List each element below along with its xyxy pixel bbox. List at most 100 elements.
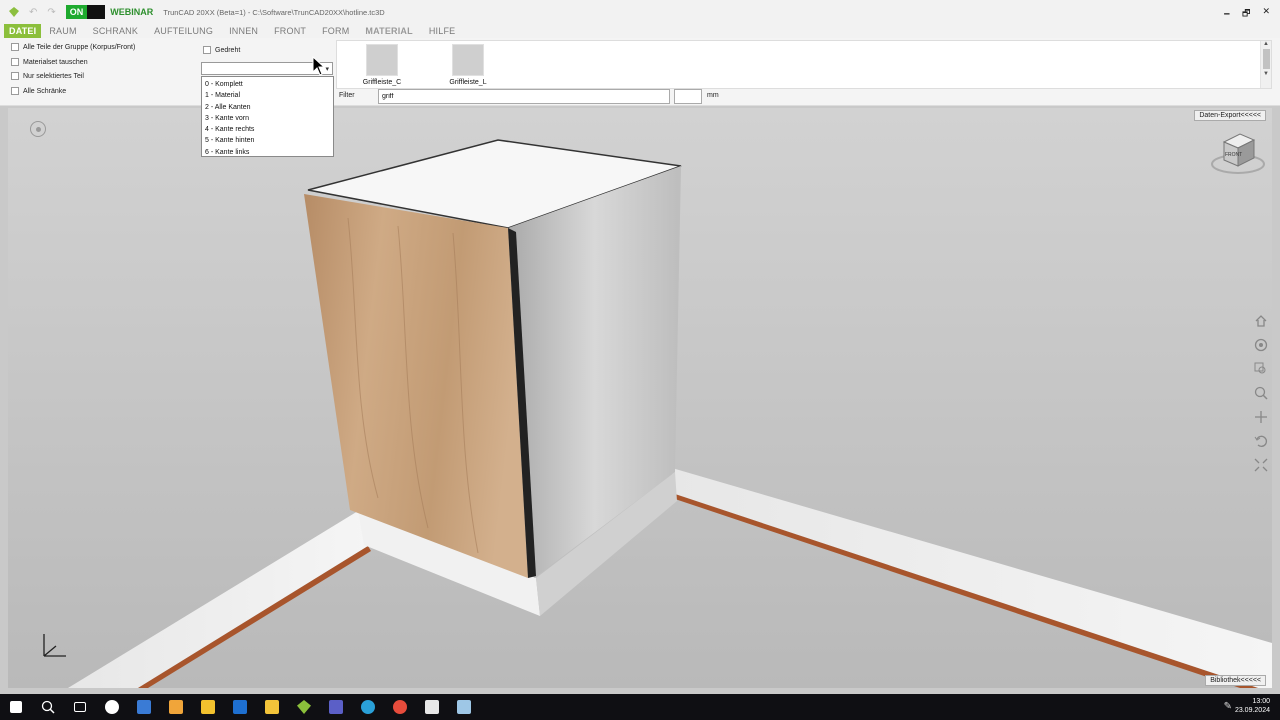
cabinet-front-oak (304, 194, 528, 578)
left-wall-strip (68, 511, 368, 688)
checkbox-alle-teile[interactable]: Alle Teile der Gruppe (Korpus/Front) (11, 43, 135, 51)
dropdown-option-material[interactable]: 1 - Material (202, 90, 333, 101)
checkbox-box[interactable] (11, 58, 19, 66)
menu-front[interactable]: FRONT (266, 24, 314, 38)
visibility-eye-icon[interactable] (30, 121, 46, 137)
scroll-up-icon[interactable]: ▲ (1261, 41, 1271, 47)
dropdown-option-alle-kanten[interactable]: 2 - Alle Kanten (202, 102, 333, 113)
search-icon[interactable] (32, 694, 64, 720)
outlook-icon[interactable] (224, 694, 256, 720)
dropdown-option-kante-rechts[interactable]: 4 - Kante rechts (202, 124, 333, 135)
edge-browser-icon[interactable] (352, 694, 384, 720)
zoom-window-icon[interactable] (1254, 362, 1268, 376)
checkbox-alle-schraenke[interactable]: Alle Schränke (11, 87, 66, 95)
on-badge: ON (65, 5, 106, 19)
window-controls: 🗕 🗗 ✕ (1224, 6, 1270, 22)
taskbar: ✎ 13:00 23.09.2024 (0, 694, 1280, 720)
document-app-icon[interactable] (448, 694, 480, 720)
teamviewer-icon[interactable] (96, 694, 128, 720)
right-wall-strip (672, 468, 1272, 688)
checkbox-box[interactable] (203, 46, 211, 54)
star-app-icon[interactable] (192, 694, 224, 720)
edge-select-dropdown: 0 - Komplett 1 - Material 2 - Alle Kante… (201, 76, 334, 157)
menu-raum[interactable]: RAUM (41, 24, 84, 38)
scene-canvas[interactable] (8, 108, 1272, 688)
checkbox-box[interactable] (11, 72, 19, 80)
checkbox-label: Alle Schränke (23, 87, 67, 95)
chevron-down-icon[interactable]: ▾ (325, 65, 329, 73)
checkbox-label: Alle Teile der Gruppe (Korpus/Front) (23, 43, 136, 51)
menu-material[interactable]: MATERIAL (357, 24, 420, 38)
pan-icon[interactable] (1254, 410, 1268, 424)
checkbox-nur-selektiertes[interactable]: Nur selektiertes Teil (11, 72, 84, 80)
3d-viewport[interactable]: Daten-Export<<<<< Bibliothek<<<<< FRONT (8, 108, 1272, 688)
library-item-griffleiste-l[interactable]: Griffleiste_L (438, 44, 498, 86)
pen-icon[interactable]: ✎ (1224, 701, 1232, 712)
library-item-griffleiste-c[interactable]: Griffleiste_C (352, 44, 412, 86)
system-clock[interactable]: 13:00 23.09.2024 (1235, 697, 1270, 715)
filter-label: Filter (339, 92, 355, 99)
undo-view-icon[interactable] (1254, 434, 1268, 448)
dropdown-option-komplett[interactable]: 0 - Komplett (202, 79, 333, 90)
restore-icon[interactable]: 🗗 (1242, 6, 1250, 22)
app-window: ↶ ↷ ON WEBINAR TrunCAD 20XX (Beta=1) - C… (0, 0, 1280, 720)
checkbox-box[interactable] (11, 87, 19, 95)
library-scrollbar[interactable]: ▲ ▼ (1260, 41, 1271, 88)
menu-innen[interactable]: INNEN (221, 24, 266, 38)
app-logo-icon (9, 7, 19, 17)
view-cube-label: FRONT (1225, 152, 1242, 158)
eye-pupil (35, 126, 41, 132)
menu-bar: DATEI RAUM SCHRANK AUFTEILUNG INNEN FRON… (0, 24, 1280, 38)
checkbox-materialset[interactable]: Materialset tauschen (11, 58, 88, 66)
scrollbar-thumb[interactable] (1262, 49, 1270, 69)
orbit-icon[interactable] (1254, 338, 1268, 352)
material-library-panel: Griffleiste_C Griffleiste_L ▲ ▼ (336, 40, 1272, 89)
undo-icon[interactable]: ↶ (29, 7, 37, 18)
menu-aufteilung[interactable]: AUFTEILUNG (146, 24, 221, 38)
minimize-icon[interactable]: 🗕 (1224, 6, 1230, 22)
dropdown-option-kante-vorn[interactable]: 3 - Kante vorn (202, 113, 333, 124)
navigation-toolbar (1254, 314, 1268, 472)
teams-icon[interactable] (320, 694, 352, 720)
dropdown-option-kante-hinten[interactable]: 5 - Kante hinten (202, 135, 333, 146)
windows-start-icon[interactable] (0, 694, 32, 720)
task-view-icon[interactable] (64, 694, 96, 720)
close-icon[interactable]: ✕ (1262, 6, 1270, 22)
home-view-icon[interactable] (1254, 314, 1268, 328)
window-title: TrunCAD 20XX (Beta=1) - C:\Software\Trun… (163, 7, 385, 17)
checkbox-box[interactable] (11, 43, 19, 51)
mouse-cursor-icon (312, 56, 326, 76)
material-thumbnail (452, 44, 484, 76)
on-badge-block (87, 5, 106, 19)
on-label: ON (65, 5, 88, 19)
unit-label: mm (707, 92, 719, 99)
filter-input[interactable] (378, 89, 670, 104)
lifebuoy-app-icon[interactable] (384, 694, 416, 720)
menu-form[interactable]: FORM (314, 24, 357, 38)
file-tool-icon[interactable] (160, 694, 192, 720)
mm-input[interactable] (674, 89, 702, 104)
redo-icon[interactable]: ↷ (47, 7, 55, 18)
dropdown-option-kante-links[interactable]: 6 - Kante links (202, 147, 333, 158)
zoom-icon[interactable] (1254, 386, 1268, 400)
calculator-icon[interactable] (128, 694, 160, 720)
title-bar: ↶ ↷ ON WEBINAR TrunCAD 20XX (Beta=1) - C… (0, 0, 1280, 24)
fit-all-icon[interactable] (1254, 458, 1268, 472)
file-explorer-icon[interactable] (256, 694, 288, 720)
truncad-taskbar-icon[interactable] (288, 694, 320, 720)
library-item-label: Griffleiste_L (449, 79, 487, 86)
left-floor-trim (138, 546, 371, 688)
menu-schrank[interactable]: SCHRANK (85, 24, 146, 38)
notepad-icon[interactable] (416, 694, 448, 720)
scroll-down-icon[interactable]: ▼ (1261, 71, 1271, 77)
bibliothek-button[interactable]: Bibliothek<<<<< (1205, 675, 1266, 686)
daten-export-button[interactable]: Daten-Export<<<<< (1194, 110, 1266, 121)
material-thumbnail (366, 44, 398, 76)
checkbox-gedreht[interactable]: Gedreht (203, 46, 240, 54)
checkbox-label: Materialset tauschen (23, 58, 88, 66)
view-cube-icon[interactable]: FRONT (1210, 122, 1266, 178)
checkbox-label: Nur selektiertes Teil (23, 72, 84, 80)
menu-datei[interactable]: DATEI (4, 24, 42, 38)
menu-hilfe[interactable]: HILFE (421, 24, 464, 38)
clock-time: 13:00 (1252, 698, 1270, 705)
